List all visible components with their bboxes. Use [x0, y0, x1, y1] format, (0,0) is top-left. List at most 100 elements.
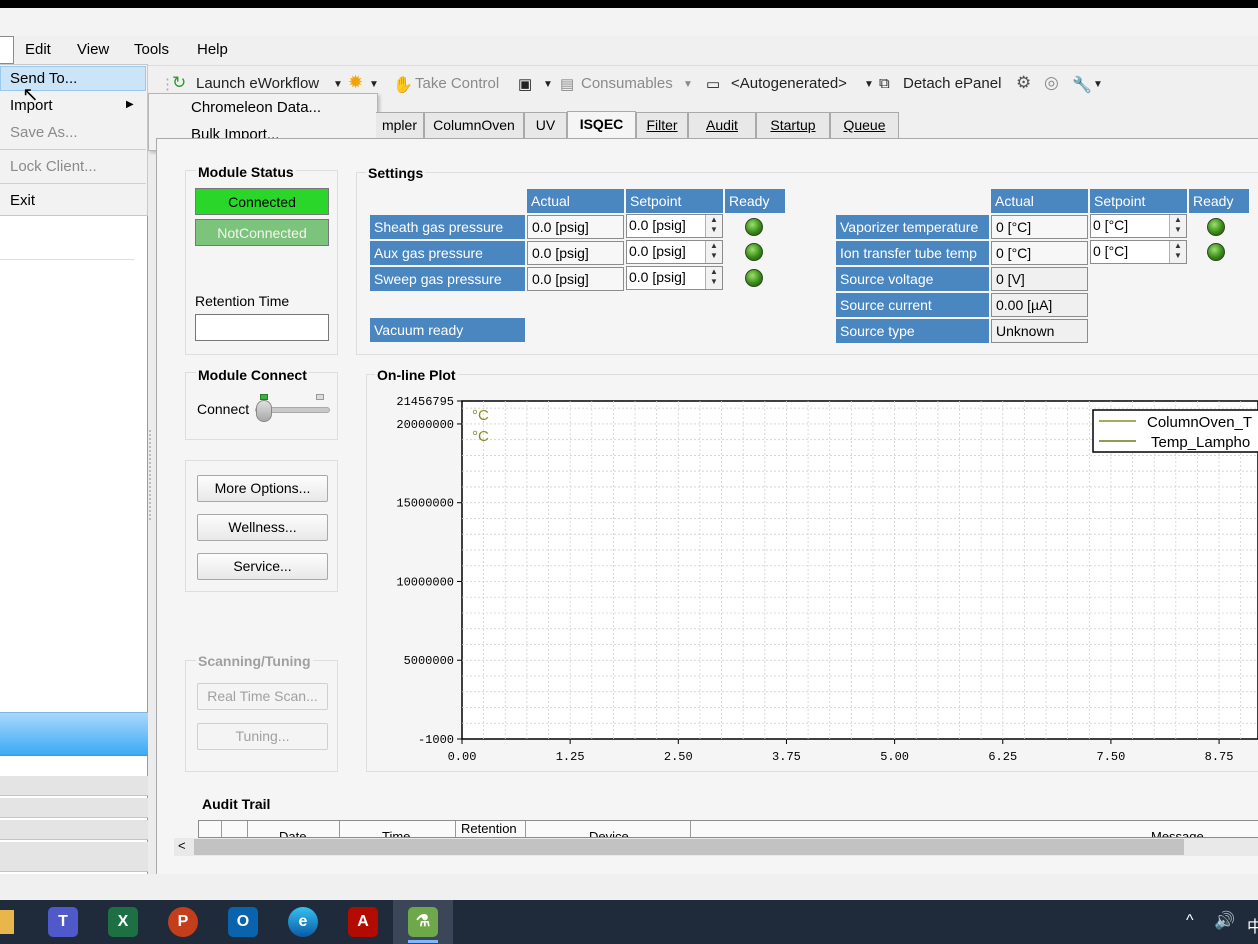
spin-arrows-icon[interactable]: ▲ ▼: [1169, 215, 1186, 237]
chart-icon[interactable]: ▣: [518, 75, 532, 93]
autogenerated-dropdown[interactable]: <Autogenerated>: [731, 75, 847, 92]
aux-gas-ready-led: [745, 243, 763, 261]
panel-row[interactable]: [0, 820, 148, 840]
splitter[interactable]: [148, 100, 156, 874]
excel-icon[interactable]: X: [108, 907, 138, 937]
retention-time-label: Retention Time: [195, 293, 290, 309]
spin-arrows-icon[interactable]: ▲ ▼: [1169, 241, 1186, 263]
tray-chevron-icon[interactable]: ^: [1186, 912, 1194, 930]
send-to-label[interactable]: Send To...: [10, 70, 77, 87]
sheath-gas-setpoint[interactable]: 0.0 [psig] ▲ ▼: [626, 214, 723, 238]
audit-col-message[interactable]: Message: [1151, 829, 1204, 837]
chevron-down-icon[interactable]: ▼: [543, 79, 553, 90]
wellness-button[interactable]: Wellness...: [197, 514, 328, 541]
connect-slider-thumb[interactable]: [256, 400, 272, 422]
connected-status: Connected: [195, 188, 329, 215]
source-current-label: Source current: [836, 293, 989, 317]
speaker-icon[interactable]: 🔊: [1214, 911, 1235, 931]
y-tick-label: 20000000: [396, 418, 454, 432]
header-ready-right: Ready: [1189, 189, 1249, 213]
sheath-gas-actual: 0.0 [psig]: [527, 215, 624, 239]
tab-label: mpler: [381, 117, 417, 133]
file-explorer-icon[interactable]: [0, 910, 14, 934]
consumables-button[interactable]: Consumables: [581, 75, 673, 92]
selected-panel-item[interactable]: [0, 712, 148, 756]
take-control-button[interactable]: Take Control: [415, 75, 499, 92]
aux-gas-setpoint-value[interactable]: 0.0 [psig]: [629, 243, 686, 259]
aux-gas-setpoint[interactable]: 0.0 [psig] ▲ ▼: [626, 240, 723, 264]
sweep-gas-setpoint-value[interactable]: 0.0 [psig]: [629, 269, 686, 285]
audit-col-device[interactable]: Device: [589, 829, 629, 837]
tab-startup[interactable]: Startup: [756, 112, 830, 138]
tab-queue[interactable]: Queue: [830, 112, 899, 138]
tab-filter[interactable]: Filter: [636, 112, 688, 138]
tab-audit[interactable]: Audit: [688, 112, 756, 138]
menu-bar: [0, 36, 1258, 66]
menu-help[interactable]: Help: [195, 41, 230, 58]
audit-col-retention[interactable]: Retention: [461, 821, 517, 836]
acrobat-icon[interactable]: A: [348, 907, 378, 937]
chromeleon-data-menu-item[interactable]: Chromeleon Data...: [191, 99, 321, 116]
column-divider: [339, 821, 340, 837]
chevron-down-icon[interactable]: ▼: [864, 79, 874, 90]
spin-arrows-icon[interactable]: ▲ ▼: [705, 241, 722, 263]
panel-row[interactable]: [0, 776, 148, 796]
edge-icon[interactable]: e: [288, 907, 318, 937]
tab-label: ColumnOven: [433, 117, 515, 133]
powerpoint-icon[interactable]: P: [168, 907, 198, 937]
service-button[interactable]: Service...: [197, 553, 328, 580]
panel-row[interactable]: [0, 842, 148, 872]
spin-arrows-icon[interactable]: ▲ ▼: [705, 215, 722, 237]
launch-eworkflow-button[interactable]: Launch eWorkflow: [196, 75, 319, 92]
module-connect-title: Module Connect: [196, 367, 309, 383]
chevron-down-icon[interactable]: ▼: [369, 79, 379, 90]
panel-row[interactable]: [0, 798, 148, 818]
chevron-down-icon[interactable]: ▼: [1093, 79, 1103, 90]
splitter-grip[interactable]: [149, 430, 153, 520]
menu-tools[interactable]: Tools: [132, 41, 171, 58]
horizontal-scrollbar[interactable]: <: [174, 838, 1258, 856]
sweep-gas-setpoint[interactable]: 0.0 [psig] ▲ ▼: [626, 266, 723, 290]
tab-columnoven[interactable]: ColumnOven: [424, 112, 524, 138]
header-actual-right: Actual: [991, 189, 1088, 213]
more-options-button[interactable]: More Options...: [197, 475, 328, 502]
audit-col-time[interactable]: Time: [382, 829, 410, 837]
wrench-icon[interactable]: 🔧: [1072, 75, 1092, 95]
column-divider: [221, 821, 222, 837]
audit-col-date[interactable]: Date: [279, 829, 306, 837]
retention-time-field: [195, 314, 329, 341]
outlook-icon[interactable]: O: [228, 907, 258, 937]
vaporizer-temp-setpoint[interactable]: 0 [°C] ▲ ▼: [1090, 214, 1187, 238]
sheath-gas-setpoint-value[interactable]: 0.0 [psig]: [629, 217, 686, 233]
spin-arrows-icon[interactable]: ▲ ▼: [705, 267, 722, 289]
chevron-down-icon[interactable]: ▼: [333, 79, 343, 90]
sun-icon[interactable]: ✹: [348, 72, 363, 93]
tab-isqec[interactable]: ISQEC: [567, 111, 636, 138]
exit-menu-item[interactable]: Exit: [10, 192, 35, 209]
ion-transfer-setpoint[interactable]: 0 [°C] ▲ ▼: [1090, 240, 1187, 264]
scrollbar-thumb[interactable]: [194, 839, 1184, 855]
menu-edit[interactable]: Edit: [23, 41, 53, 58]
aux-gas-label: Aux gas pressure: [370, 241, 525, 265]
menu-view[interactable]: View: [75, 41, 111, 58]
x-tick-label: 8.75: [1205, 750, 1234, 764]
column-divider: [525, 821, 526, 837]
x-tick-label: 1.25: [556, 750, 585, 764]
tab-label: Queue: [843, 117, 886, 133]
ime-indicator[interactable]: 中: [1247, 913, 1258, 937]
tab-label: Audit: [706, 117, 738, 133]
app-icon[interactable]: ⚗: [408, 907, 438, 937]
detach-epanel-button[interactable]: Detach ePanel: [903, 75, 1001, 92]
scroll-left-icon[interactable]: <: [178, 838, 186, 853]
teams-icon[interactable]: T: [48, 907, 78, 937]
vaporizer-temp-setpoint-value[interactable]: 0 [°C]: [1093, 217, 1128, 233]
chevron-down-icon: ▼: [683, 79, 693, 90]
menu-separator: [0, 149, 146, 150]
file-menu-tab[interactable]: [0, 36, 14, 64]
ion-transfer-setpoint-value[interactable]: 0 [°C]: [1093, 243, 1128, 259]
tab-sampler[interactable]: mpler: [376, 112, 424, 138]
tab-uv[interactable]: UV: [524, 112, 567, 138]
legend-label-2: Temp_Lampho: [1151, 434, 1250, 451]
gear-icon[interactable]: ⚙: [1016, 73, 1031, 93]
lock-client-menu-item: Lock Client...: [10, 158, 97, 175]
